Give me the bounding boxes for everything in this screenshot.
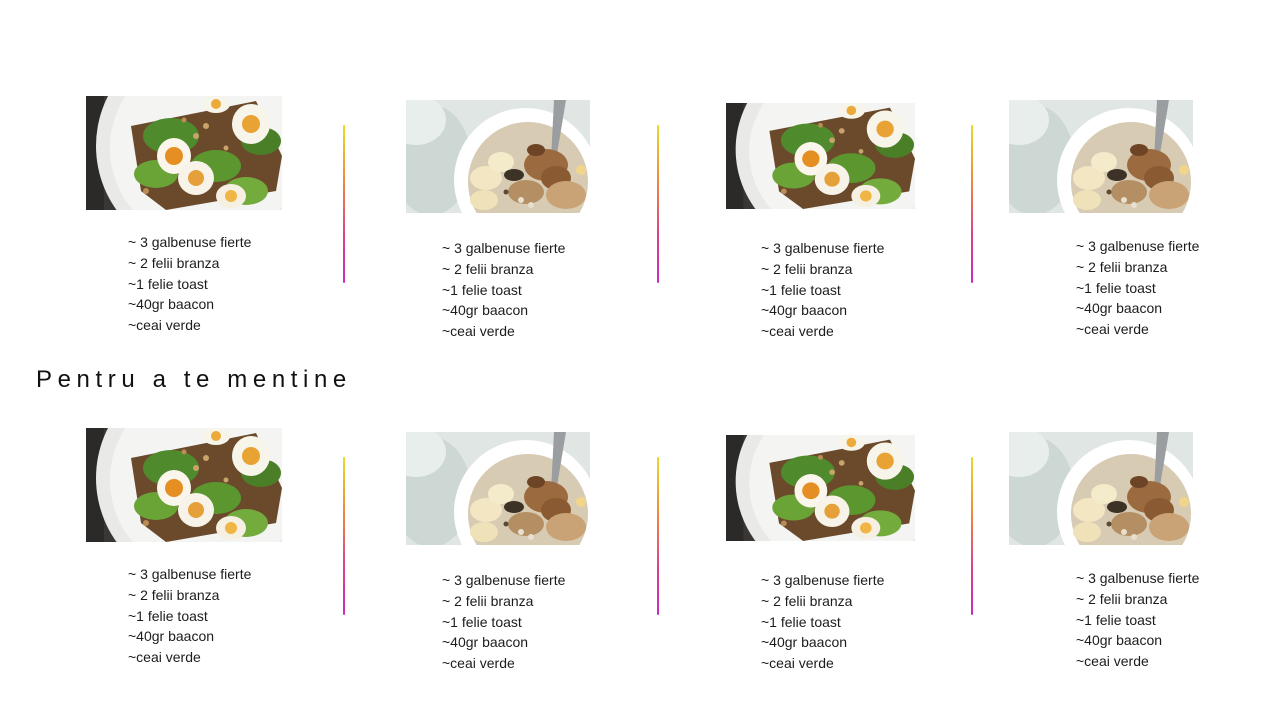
egg-avocado-toast-photo [726, 435, 915, 541]
gradient-divider [971, 457, 973, 615]
ingredient-egg-yolks: ~ 3 galbenuse fierte [761, 572, 885, 588]
ingredient-egg-yolks: ~ 3 galbenuse fierte [442, 240, 566, 256]
ingredient-toast: ~1 felie toast [128, 607, 208, 624]
ingredient-cheese: ~ 2 felii branza [442, 260, 534, 277]
ingredient-egg-yolks: ~ 3 galbenuse fierte [128, 566, 252, 582]
section-title: Pentru a te mentine [36, 366, 352, 393]
ingredient-cheese: ~ 2 felii branza [128, 586, 220, 603]
egg-avocado-toast-photo [86, 428, 282, 542]
ingredient-egg-yolks: ~ 3 galbenuse fierte [442, 572, 566, 588]
ingredient-cheese: ~ 2 felii branza [442, 592, 534, 609]
ingredient-bacon: ~40gr baacon [128, 628, 215, 645]
egg-avocado-toast-photo [726, 103, 915, 209]
ingredient-green-tea: ~ceai verde [1076, 321, 1149, 338]
ingredient-bacon: ~40gr baacon [1076, 632, 1163, 649]
ingredient-bacon: ~40gr baacon [128, 296, 215, 313]
meal-ingredient-list: ~ 3 galbenuse fierte ~ 2 felii branza ~1… [761, 570, 884, 674]
meal-ingredient-list: ~ 3 galbenuse fierte ~ 2 felii branza ~1… [128, 564, 251, 668]
oatmeal-bowl-photo [1009, 432, 1193, 545]
meal-ingredient-list: ~ 3 galbenuse fierte ~ 2 felii branza ~1… [761, 238, 884, 342]
ingredient-green-tea: ~ceai verde [442, 323, 515, 340]
ingredient-toast: ~1 felie toast [442, 613, 522, 630]
gradient-divider [343, 457, 345, 615]
ingredient-cheese: ~ 2 felii branza [1076, 590, 1168, 607]
oatmeal-bowl-photo [1009, 100, 1193, 213]
ingredient-green-tea: ~ceai verde [128, 649, 201, 666]
ingredient-bacon: ~40gr baacon [442, 302, 529, 319]
ingredient-cheese: ~ 2 felii branza [128, 254, 220, 271]
meal-ingredient-list: ~ 3 galbenuse fierte ~ 2 felii branza ~1… [128, 232, 251, 336]
ingredient-toast: ~1 felie toast [761, 613, 841, 630]
ingredient-green-tea: ~ceai verde [761, 323, 834, 340]
ingredient-green-tea: ~ceai verde [761, 655, 834, 672]
ingredient-bacon: ~40gr baacon [442, 634, 529, 651]
ingredient-egg-yolks: ~ 3 galbenuse fierte [761, 240, 885, 256]
ingredient-toast: ~1 felie toast [128, 275, 208, 292]
ingredient-toast: ~1 felie toast [761, 281, 841, 298]
gradient-divider [343, 125, 345, 283]
ingredient-cheese: ~ 2 felii branza [1076, 258, 1168, 275]
gradient-divider [971, 125, 973, 283]
ingredient-egg-yolks: ~ 3 galbenuse fierte [1076, 238, 1200, 254]
ingredient-cheese: ~ 2 felii branza [761, 260, 853, 277]
ingredient-green-tea: ~ceai verde [128, 317, 201, 334]
ingredient-bacon: ~40gr baacon [1076, 300, 1163, 317]
oatmeal-bowl-photo [406, 432, 590, 545]
meal-ingredient-list: ~ 3 galbenuse fierte ~ 2 felii branza ~1… [1076, 568, 1199, 672]
ingredient-toast: ~1 felie toast [1076, 611, 1156, 628]
ingredient-green-tea: ~ceai verde [442, 655, 515, 672]
oatmeal-bowl-photo [406, 100, 590, 213]
meal-ingredient-list: ~ 3 galbenuse fierte ~ 2 felii branza ~1… [1076, 236, 1199, 340]
ingredient-green-tea: ~ceai verde [1076, 653, 1149, 670]
ingredient-toast: ~1 felie toast [1076, 279, 1156, 296]
ingredient-cheese: ~ 2 felii branza [761, 592, 853, 609]
ingredient-bacon: ~40gr baacon [761, 302, 848, 319]
ingredient-egg-yolks: ~ 3 galbenuse fierte [128, 234, 252, 250]
gradient-divider [657, 125, 659, 283]
gradient-divider [657, 457, 659, 615]
ingredient-egg-yolks: ~ 3 galbenuse fierte [1076, 570, 1200, 586]
ingredient-toast: ~1 felie toast [442, 281, 522, 298]
meal-ingredient-list: ~ 3 galbenuse fierte ~ 2 felii branza ~1… [442, 238, 565, 342]
ingredient-bacon: ~40gr baacon [761, 634, 848, 651]
meal-ingredient-list: ~ 3 galbenuse fierte ~ 2 felii branza ~1… [442, 570, 565, 674]
egg-avocado-toast-photo [86, 96, 282, 210]
